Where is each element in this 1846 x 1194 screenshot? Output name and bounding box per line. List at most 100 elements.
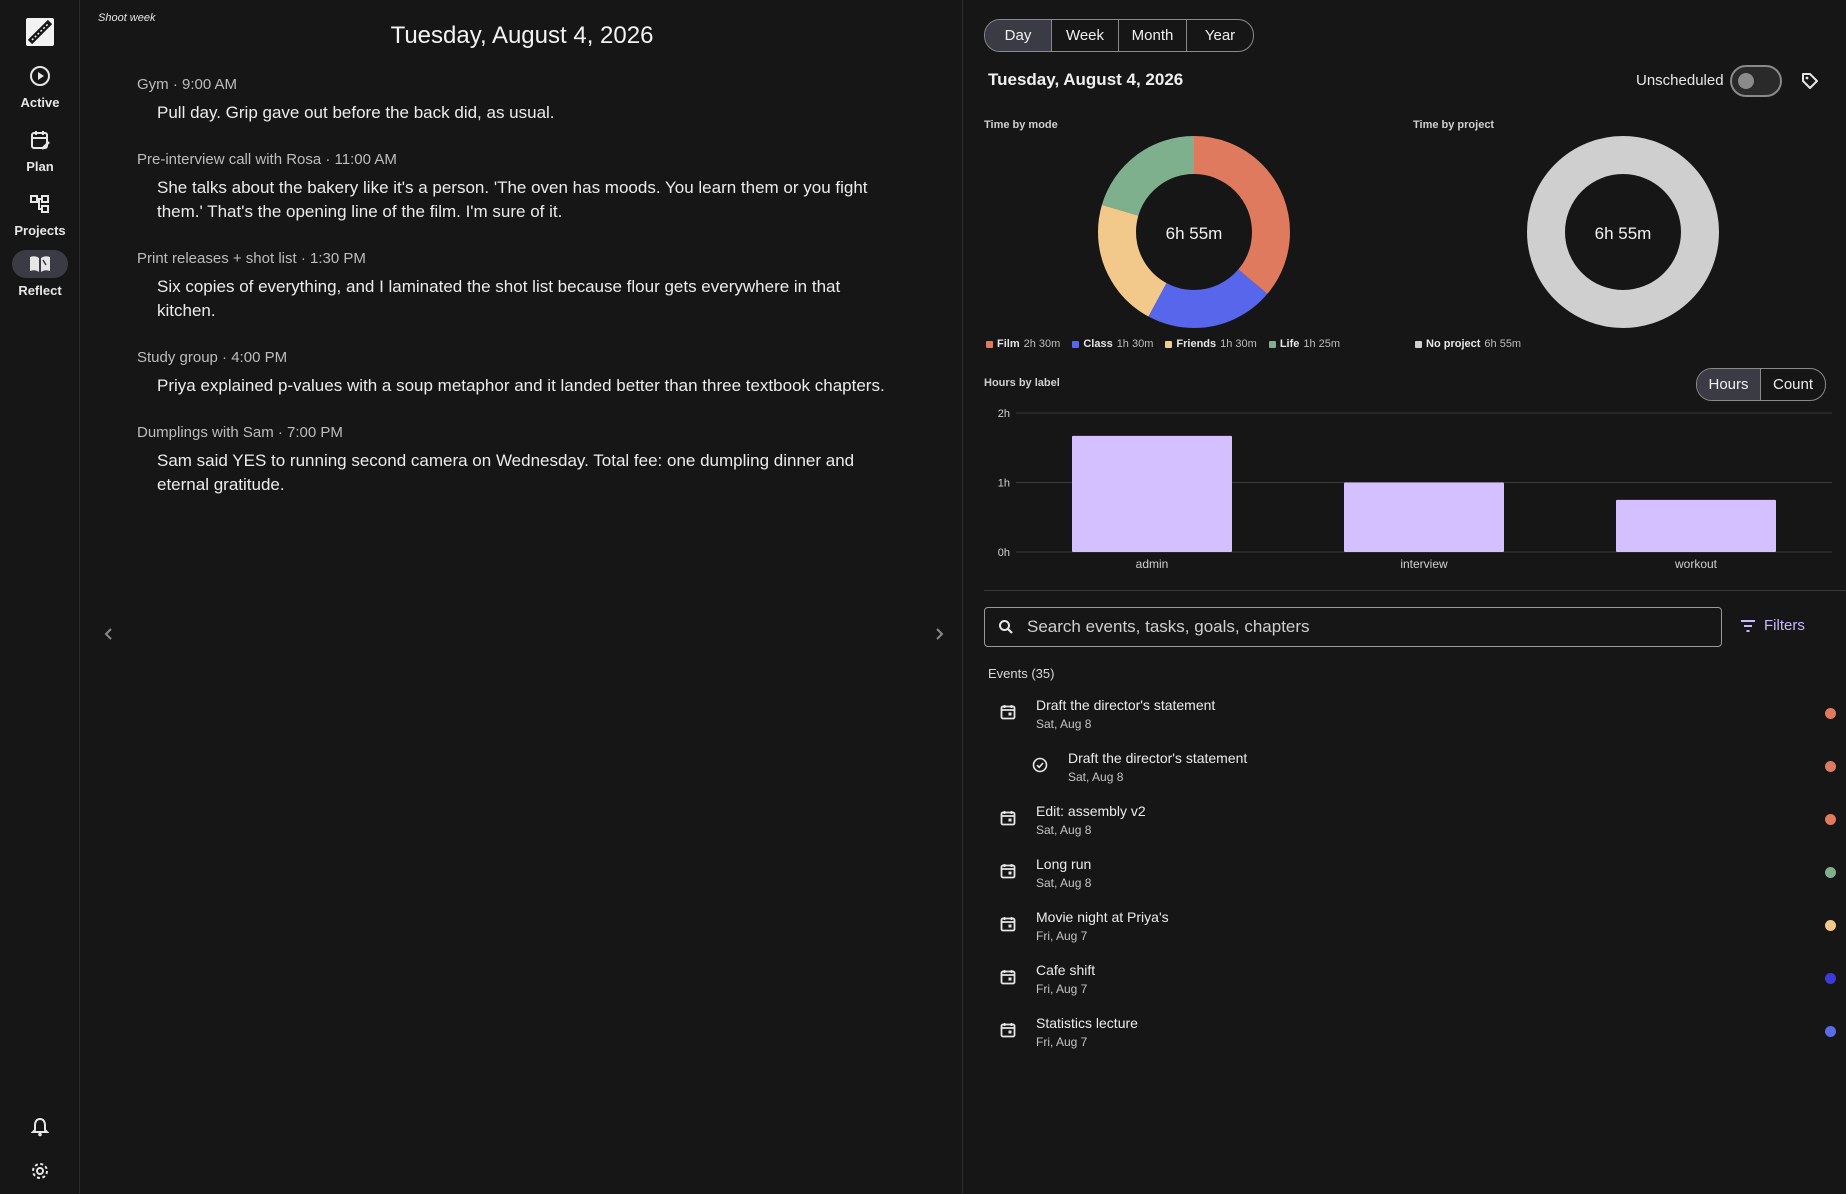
legend-value: 2h 30m	[1023, 338, 1061, 350]
event-color-dot	[1825, 973, 1836, 984]
donut-center-label: 6h 55m	[1166, 224, 1223, 243]
nav-label: Projects	[14, 223, 66, 238]
time-by-project-title: Time by project	[1413, 119, 1495, 131]
event-row[interactable]: Draft the director's statement Sat, Aug 8	[984, 688, 1836, 741]
journal-entry[interactable]: Print releases + shot list · 1:30 PM Six…	[137, 250, 897, 323]
event-name: Long run	[1036, 856, 1092, 872]
legend-value: 6h 55m	[1484, 338, 1522, 350]
legend-name: Friends	[1176, 338, 1217, 350]
search-input[interactable]	[1027, 609, 1721, 645]
bar-interview[interactable]	[1344, 482, 1504, 553]
journal-entry[interactable]: Pre-interview call with Rosa · 11:00 AM …	[137, 151, 897, 224]
event-name: Cafe shift	[1036, 962, 1096, 978]
entry-text: Sam said YES to running second camera on…	[157, 451, 855, 494]
bar-workout[interactable]	[1616, 499, 1776, 552]
settings-gear-icon[interactable]	[26, 1157, 54, 1185]
legend-value: 1h 30m	[1220, 338, 1257, 350]
tab-count[interactable]: Count	[1761, 369, 1825, 400]
tag-icon[interactable]	[1798, 69, 1822, 93]
event-row[interactable]: Statistics lecture Fri, Aug 7	[984, 1006, 1836, 1059]
legend-swatch	[1415, 340, 1422, 348]
nav-item-active[interactable]: Active	[0, 62, 80, 122]
journal-panel: Shoot week Tuesday, August 4, 2026 Gym ·…	[81, 0, 963, 1194]
hours-by-label-title: Hours by label	[984, 377, 1060, 389]
event-color-dot	[1825, 920, 1836, 931]
calendar-icon	[998, 1020, 1018, 1040]
legend-item: Friends 1h 30m	[1165, 338, 1257, 350]
legend-name: No project	[1426, 338, 1481, 350]
search-box	[984, 607, 1722, 647]
journal-entry[interactable]: Gym · 9:00 AM Pull day. Grip gave out be…	[137, 76, 897, 125]
legend-name: Life	[1279, 338, 1300, 350]
tab-week[interactable]: Week	[1052, 20, 1119, 51]
calendar-icon	[998, 808, 1018, 828]
app-logo-icon[interactable]	[24, 16, 56, 48]
journal-entry[interactable]: Study group · 4:00 PM Priya explained p-…	[137, 349, 897, 398]
filters-button[interactable]: Filters	[1740, 617, 1805, 634]
event-date: Sat, Aug 8	[1036, 823, 1092, 837]
nav-item-plan[interactable]: Plan	[0, 126, 80, 186]
unscheduled-toggle[interactable]	[1730, 65, 1782, 97]
previous-day-chevron-left-icon[interactable]	[97, 622, 121, 646]
search-icon	[985, 619, 1027, 635]
legend-swatch	[1072, 340, 1080, 348]
event-name: Draft the director's statement	[1068, 750, 1248, 766]
entry-heading: Gym · 9:00 AM	[137, 76, 238, 93]
tab-hours[interactable]: Hours	[1697, 369, 1761, 400]
bar-admin[interactable]	[1072, 435, 1232, 552]
event-name: Draft the director's statement	[1036, 697, 1216, 713]
event-name: Statistics lecture	[1036, 1015, 1138, 1031]
calendar-edit-icon	[20, 126, 60, 154]
event-color-dot	[1825, 1026, 1836, 1037]
open-book-icon	[12, 250, 68, 278]
entry-heading: Print releases + shot list · 1:30 PM	[137, 250, 366, 267]
play-circle-icon	[20, 62, 60, 90]
unscheduled-label: Unscheduled	[1636, 72, 1724, 89]
notifications-bell-icon[interactable]	[26, 1113, 54, 1141]
next-day-chevron-right-icon[interactable]	[927, 622, 951, 646]
metric-tabs: Hours Count	[1696, 368, 1826, 401]
nav-item-projects[interactable]: Projects	[0, 190, 80, 250]
x-tick-label: admin	[1136, 557, 1169, 571]
tab-day[interactable]: Day	[985, 20, 1052, 51]
event-name: Edit: assembly v2	[1036, 803, 1146, 819]
legend-item: Film 2h 30m	[986, 338, 1060, 350]
event-row[interactable]: Movie night at Priya's Fri, Aug 7	[984, 900, 1836, 953]
entry-heading: Study group · 4:00 PM	[137, 349, 288, 366]
event-row[interactable]: Edit: assembly v2 Sat, Aug 8	[984, 794, 1836, 847]
filter-lines-icon	[1741, 619, 1755, 632]
tab-year[interactable]: Year	[1187, 20, 1253, 51]
journal-entry[interactable]: Dumplings with Sam · 7:00 PM Sam said YE…	[137, 424, 897, 497]
nav-label: Active	[20, 95, 60, 110]
entry-text: She talks about the bakery like it's a p…	[157, 178, 868, 221]
calendar-icon	[998, 861, 1018, 881]
time-by-mode-title: Time by mode	[984, 119, 1058, 131]
y-tick-label: 0h	[998, 547, 1010, 559]
event-date: Fri, Aug 7	[1036, 1035, 1088, 1049]
donut-center-label: 6h 55m	[1595, 224, 1652, 243]
event-row[interactable]: Long run Sat, Aug 8	[984, 847, 1836, 900]
legend-swatch	[1165, 340, 1173, 348]
legend-value: 1h 25m	[1303, 338, 1341, 350]
legend-value: 1h 30m	[1116, 338, 1154, 350]
x-tick-label: interview	[1400, 557, 1448, 571]
entry-text: Six copies of everything, and I laminate…	[157, 277, 841, 320]
event-row[interactable]: Cafe shift Fri, Aug 7	[984, 953, 1836, 1006]
time-by-project-legend: No project 6h 55m	[1415, 338, 1521, 350]
event-color-dot	[1825, 708, 1836, 719]
task-row[interactable]: Draft the director's statement Sat, Aug 8	[984, 741, 1836, 794]
legend-name: Film	[997, 338, 1020, 350]
time-by-mode-legend: Film 2h 30m Class 1h 30m Friends 1h 30m Life 1h…	[986, 338, 1340, 350]
calendar-icon	[998, 702, 1018, 722]
check-circle-icon	[1030, 755, 1050, 775]
filters-label: Filters	[1764, 617, 1805, 634]
calendar-icon	[998, 914, 1018, 934]
entry-text: Pull day. Grip gave out before the back …	[157, 103, 555, 122]
legend-swatch	[1268, 340, 1276, 348]
legend-item: Class 1h 30m	[1072, 338, 1153, 350]
tab-month[interactable]: Month	[1119, 20, 1187, 51]
event-date: Sat, Aug 8	[1068, 770, 1124, 784]
nav-item-reflect[interactable]: Reflect	[0, 250, 80, 310]
dashboard-date: Tuesday, August 4, 2026	[988, 70, 1184, 89]
x-tick-label: workout	[1674, 557, 1718, 571]
